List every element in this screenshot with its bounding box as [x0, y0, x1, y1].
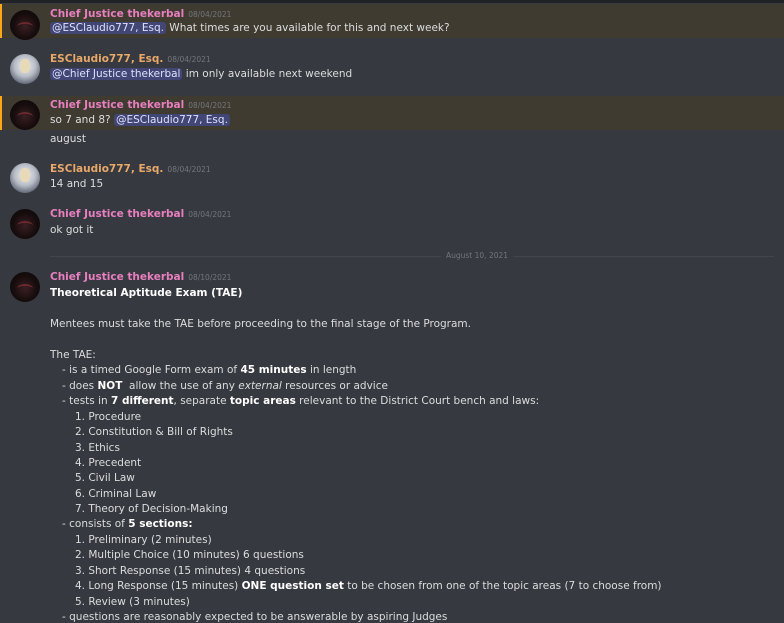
avatar[interactable]: [10, 272, 40, 302]
list-item: 3. Short Response (15 minutes) 4 questio…: [75, 565, 306, 577]
message-text: august: [50, 133, 86, 145]
date-divider-line: [50, 256, 774, 257]
author-name[interactable]: Chief Justice thekerbal: [50, 271, 184, 283]
list-item: 1. Procedure: [75, 411, 142, 423]
list-item: - is a timed Google Form exam of 45 minu…: [62, 364, 357, 376]
message-header: ESClaudio777, Esq. 08/04/2021: [50, 163, 211, 175]
message-content: @Chief Justice thekerbal im only availab…: [50, 68, 352, 80]
message-text: What times are you available for this an…: [165, 22, 450, 34]
timestamp: 08/04/2021: [167, 55, 211, 64]
message-title: Theoretical Aptitude Exam (TAE): [50, 287, 243, 299]
avatar[interactable]: [10, 209, 40, 239]
list-item: 1. Preliminary (2 minutes): [75, 534, 212, 546]
author-name[interactable]: ESClaudio777, Esq.: [50, 53, 163, 65]
author-name[interactable]: ESClaudio777, Esq.: [50, 163, 163, 175]
message-header: Chief Justice thekerbal 08/10/2021: [50, 271, 231, 283]
list-item: 4. Precedent: [75, 457, 142, 469]
user-mention[interactable]: @ESClaudio777, Esq.: [50, 22, 166, 34]
author-name[interactable]: Chief Justice thekerbal: [50, 208, 184, 220]
timestamp: 08/04/2021: [188, 101, 232, 110]
user-mention[interactable]: @ESClaudio777, Esq.: [113, 114, 230, 126]
message-content: so 7 and 8? @ESClaudio777, Esq.: [50, 114, 230, 126]
author-name[interactable]: Chief Justice thekerbal: [50, 99, 184, 111]
avatar[interactable]: [10, 10, 40, 40]
message-text: so 7 and 8?: [50, 114, 114, 126]
message-header: Chief Justice thekerbal 08/04/2021: [50, 208, 231, 220]
list-item: 2. Multiple Choice (10 minutes) 6 questi…: [75, 549, 304, 561]
timestamp: 08/10/2021: [188, 273, 232, 282]
message-text: Mentees must take the TAE before proceed…: [50, 318, 471, 330]
list-item: 5. Review (3 minutes): [75, 596, 190, 608]
date-divider-label: August 10, 2021: [441, 251, 514, 260]
message-text: im only available next weekend: [182, 68, 353, 80]
message-text: ok got it: [50, 224, 94, 236]
message-header: Chief Justice thekerbal 08/04/2021: [50, 99, 231, 111]
message-text: 14 and 15: [50, 178, 104, 190]
list-item: 6. Criminal Law: [75, 488, 157, 500]
message-mentioned[interactable]: Chief Justice thekerbal 08/04/2021 so 7 a…: [0, 96, 784, 130]
avatar[interactable]: [10, 163, 40, 193]
list-item: - consists of 5 sections:: [62, 518, 193, 530]
message-header: ESClaudio777, Esq. 08/04/2021: [50, 53, 211, 65]
list-item: - questions are reasonably expected to b…: [62, 611, 448, 623]
timestamp: 08/04/2021: [188, 210, 232, 219]
message-content: @ESClaudio777, Esq. What times are you a…: [50, 22, 450, 34]
list-item: 7. Theory of Decision-Making: [75, 503, 228, 515]
list-item: - tests in 7 different, separate topic a…: [62, 395, 540, 407]
timestamp: 08/04/2021: [167, 165, 211, 174]
message-mentioned[interactable]: Chief Justice thekerbal 08/04/2021 @ESCla…: [0, 4, 784, 40]
message[interactable]: ESClaudio777, Esq. 08/04/2021 14 and 15: [0, 160, 784, 194]
avatar[interactable]: [10, 54, 40, 84]
list-item: 2. Constitution & Bill of Rights: [75, 426, 233, 438]
user-mention[interactable]: @Chief Justice thekerbal: [50, 68, 183, 80]
list-item: 3. Ethics: [75, 442, 120, 454]
message-header: Chief Justice thekerbal 08/04/2021: [50, 8, 231, 20]
list-item: - does NOT allow the use of any external…: [62, 380, 388, 392]
list-item: 5. Civil Law: [75, 472, 135, 484]
author-name[interactable]: Chief Justice thekerbal: [50, 8, 184, 20]
message[interactable]: Chief Justice thekerbal 08/04/2021 ok got…: [0, 206, 784, 240]
avatar[interactable]: [10, 100, 40, 130]
message-text: The TAE:: [50, 349, 96, 361]
channel-top-edge: [0, 0, 784, 3]
timestamp: 08/04/2021: [188, 10, 232, 19]
list-item: 4. Long Response (15 minutes) ONE questi…: [75, 580, 662, 592]
message[interactable]: ESClaudio777, Esq. 08/04/2021 @Chief Just…: [0, 50, 784, 86]
